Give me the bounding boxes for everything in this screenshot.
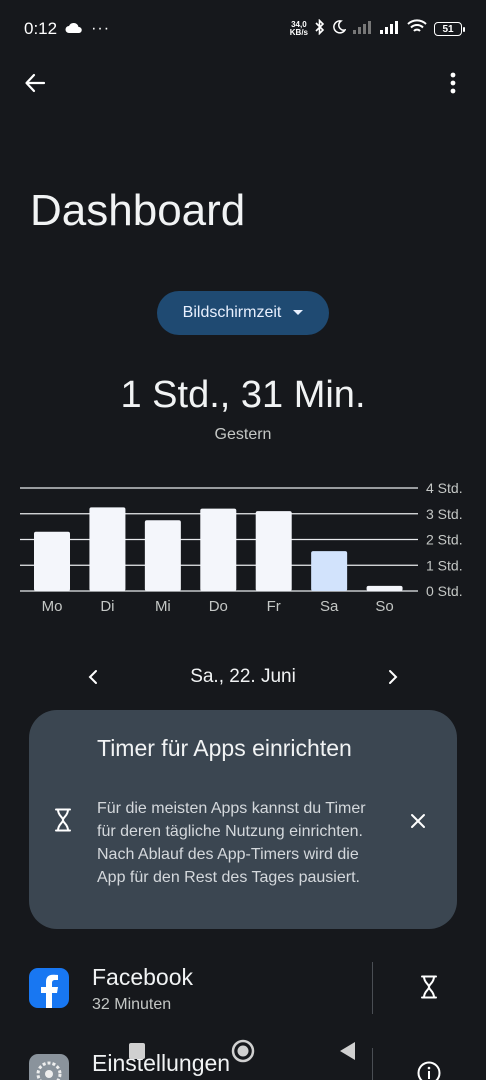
more-vert-icon [450, 72, 456, 94]
hourglass-icon [421, 975, 437, 999]
x-tick-label: Fr [267, 598, 281, 615]
x-tick-label: Mo [42, 598, 63, 615]
network-speed-unit: KB/s [289, 28, 308, 37]
signal-sim2-icon [353, 19, 373, 39]
dropdown-arrow-icon [293, 310, 304, 315]
date-navigation: Sa., 22. Juni [0, 660, 486, 696]
x-tick-label: Di [100, 598, 114, 615]
y-tick-label: 3 Std. [426, 506, 463, 522]
home-button[interactable] [228, 1036, 258, 1066]
selected-date: Sa., 22. Juni [190, 666, 296, 687]
more-notifications-icon: ··· [91, 20, 111, 37]
dnd-moon-icon [332, 19, 347, 39]
wifi-icon [407, 19, 427, 39]
clock: 0:12 [24, 19, 58, 38]
status-right: 34,0 KB/s 51 [290, 18, 465, 40]
back-nav-button[interactable] [333, 1036, 363, 1066]
card-title: Timer für Apps einrichten [97, 735, 352, 761]
close-icon [411, 814, 425, 828]
app-name: Facebook [92, 964, 194, 990]
status-left: 0:12 ··· [24, 19, 110, 39]
x-tick-label: So [375, 598, 393, 615]
x-tick-label: Do [209, 598, 228, 615]
y-tick-label: 2 Std. [426, 532, 463, 548]
total-usage-time: 1 Std., 31 Min. [120, 374, 366, 416]
next-day-button[interactable] [378, 662, 408, 692]
recents-button[interactable] [122, 1036, 152, 1066]
bar-mo[interactable] [34, 531, 70, 591]
back-button[interactable] [18, 66, 52, 100]
page-title: Dashboard [30, 186, 246, 235]
more-options-button[interactable] [436, 66, 470, 100]
battery-level: 51 [442, 23, 454, 35]
dropdown-label: Bildschirmzeit [182, 304, 282, 321]
signal-sim1-icon [380, 19, 400, 39]
facebook-icon [29, 968, 69, 1008]
triangle-back-icon [340, 1042, 355, 1060]
bar-mi[interactable] [144, 520, 181, 591]
circle-home-icon [231, 1039, 255, 1063]
network-speed: 34,0 KB/s [290, 21, 308, 37]
battery-icon: 51 [434, 22, 465, 36]
bar-so[interactable] [366, 585, 403, 591]
divider [372, 962, 373, 1014]
bar-sa[interactable] [311, 551, 348, 591]
bar-fr[interactable] [255, 511, 292, 591]
y-tick-label: 4 Std. [426, 480, 463, 496]
status-bar: 0:12 ··· 34,0 KB/s 51 [0, 0, 486, 58]
dismiss-card-button[interactable] [403, 806, 433, 836]
chevron-right-icon [389, 670, 398, 684]
top-app-bar [0, 58, 486, 106]
hourglass-icon [49, 806, 77, 834]
y-tick-label: 1 Std. [426, 557, 463, 573]
bluetooth-icon [315, 18, 325, 40]
x-tick-label: Sa [320, 598, 339, 615]
bar-di[interactable] [89, 507, 126, 591]
x-tick-label: Mi [155, 598, 171, 615]
bar-do[interactable] [200, 508, 237, 591]
app-timer-card[interactable]: Timer für Apps einrichten Für die meiste… [29, 710, 457, 929]
card-description: Für die meisten Apps kannst du Timer für… [97, 800, 366, 886]
arrow-back-icon [25, 73, 46, 93]
app-row-facebook[interactable]: Facebook 32 Minuten [0, 954, 486, 1030]
set-timer-button[interactable] [414, 972, 444, 1002]
usage-bar-chart: 0 Std. 1 Std. 2 Std. 3 Std. 4 Std. Mo Di Mi Do Fr… [20, 480, 463, 615]
app-usage-time: 32 Minuten [92, 996, 172, 1013]
cloud-icon [65, 19, 83, 39]
system-navigation-bar [0, 1028, 486, 1074]
square-recents-icon [129, 1043, 145, 1059]
y-tick-label: 0 Std. [426, 583, 463, 599]
total-usage-period: Gestern [214, 426, 272, 443]
metric-dropdown[interactable]: Bildschirmzeit [157, 291, 329, 335]
